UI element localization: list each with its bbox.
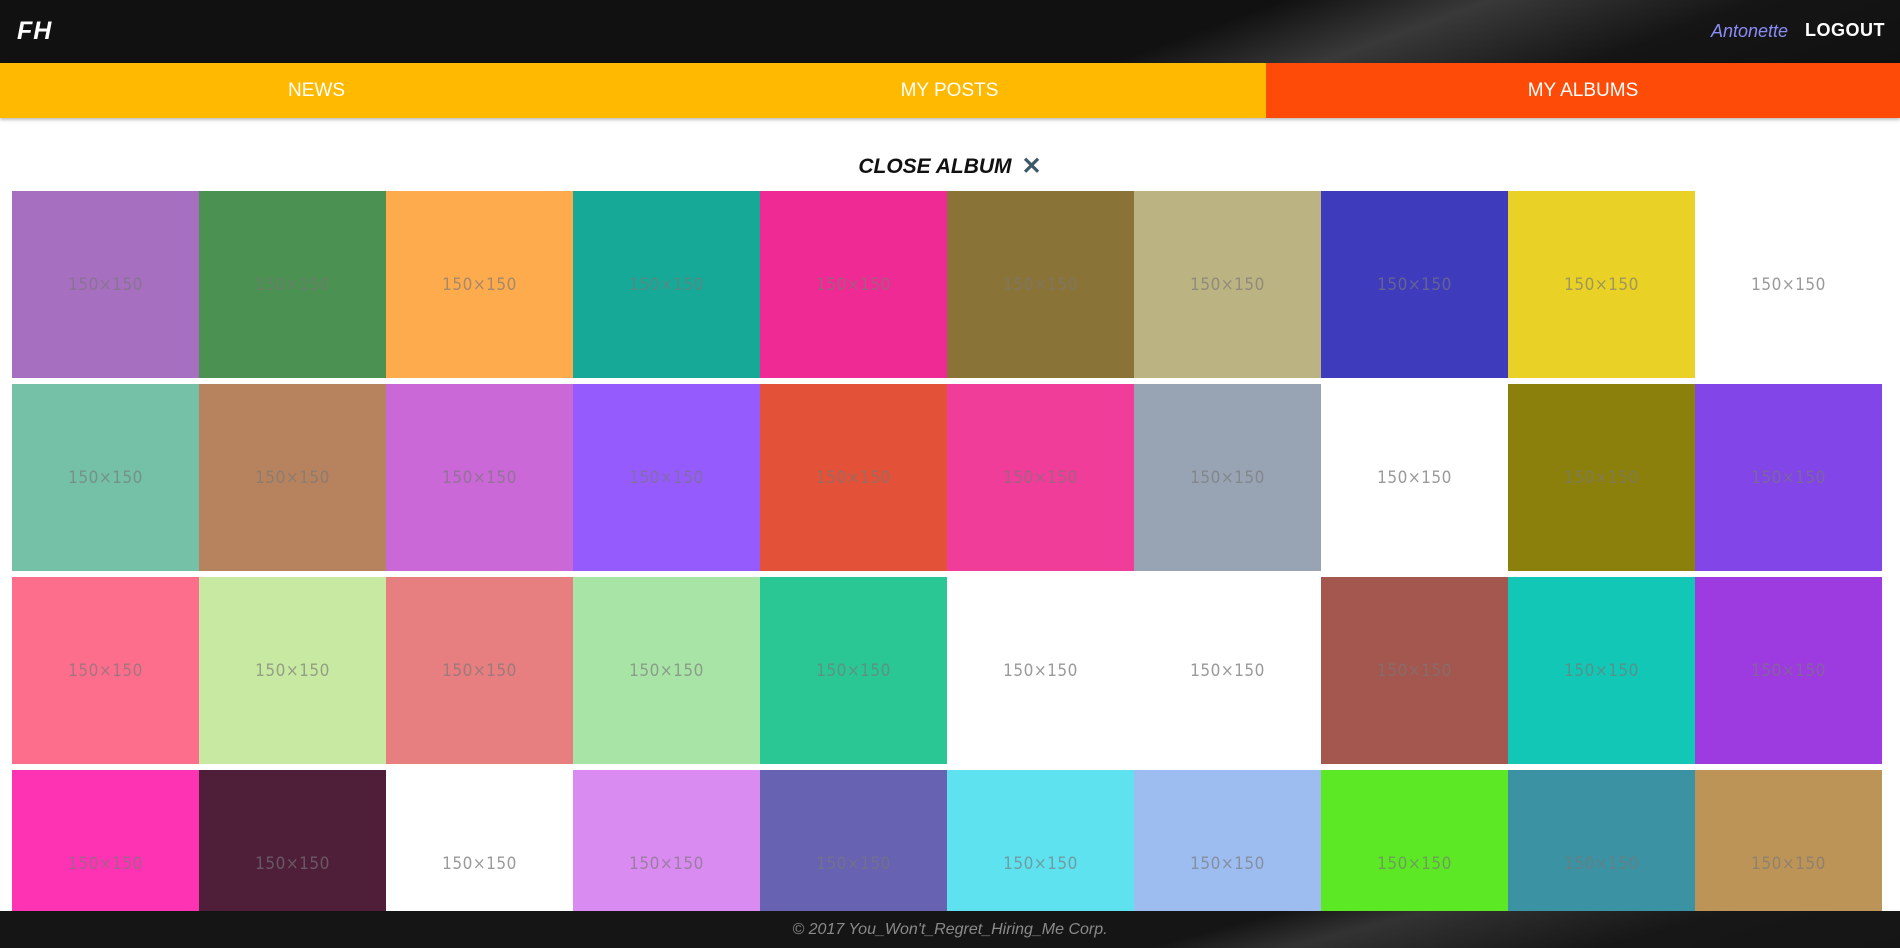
photo-size-label: 150×150 bbox=[255, 660, 330, 681]
photo-size-label: 150×150 bbox=[1377, 853, 1452, 874]
album-photo[interactable]: 150×150 bbox=[573, 577, 760, 764]
photo-size-label: 150×150 bbox=[442, 660, 517, 681]
album-photo[interactable]: 150×150 bbox=[1695, 191, 1882, 378]
photo-size-label: 150×150 bbox=[255, 853, 330, 874]
photo-size-label: 150×150 bbox=[1003, 467, 1078, 488]
album-photo[interactable]: 150×150 bbox=[1134, 384, 1321, 571]
album-photo[interactable]: 150×150 bbox=[947, 384, 1134, 571]
photo-size-label: 150×150 bbox=[816, 467, 891, 488]
album-photo[interactable]: 150×150 bbox=[386, 577, 573, 764]
album-photo[interactable]: 150×150 bbox=[573, 191, 760, 378]
photo-size-label: 150×150 bbox=[1377, 274, 1452, 295]
album-photo[interactable]: 150×150 bbox=[1321, 770, 1508, 911]
photo-size-label: 150×150 bbox=[68, 467, 143, 488]
close-album-bar: CLOSE ALBUM ✕ bbox=[0, 155, 1900, 179]
album-photo[interactable]: 150×150 bbox=[760, 384, 947, 571]
photo-size-label: 150×150 bbox=[1564, 853, 1639, 874]
album-photo[interactable]: 150×150 bbox=[1134, 191, 1321, 378]
photo-size-label: 150×150 bbox=[1564, 660, 1639, 681]
photo-size-label: 150×150 bbox=[442, 467, 517, 488]
photo-size-label: 150×150 bbox=[68, 274, 143, 295]
header-sheen bbox=[0, 0, 1900, 63]
photo-size-label: 150×150 bbox=[1751, 467, 1826, 488]
photo-size-label: 150×150 bbox=[68, 660, 143, 681]
close-icon[interactable]: ✕ bbox=[1022, 155, 1042, 179]
photo-size-label: 150×150 bbox=[1003, 853, 1078, 874]
close-album-label: CLOSE ALBUM bbox=[858, 155, 1012, 178]
album-photo[interactable]: 150×150 bbox=[947, 770, 1134, 911]
album-photo[interactable]: 150×150 bbox=[760, 770, 947, 911]
photo-size-label: 150×150 bbox=[629, 660, 704, 681]
album-photo[interactable]: 150×150 bbox=[386, 191, 573, 378]
album-photo[interactable]: 150×150 bbox=[1134, 770, 1321, 911]
photo-size-label: 150×150 bbox=[1003, 274, 1078, 295]
album-photo[interactable]: 150×150 bbox=[760, 577, 947, 764]
username-link[interactable]: Antonette bbox=[1711, 21, 1788, 42]
photo-size-label: 150×150 bbox=[255, 467, 330, 488]
photo-size-label: 150×150 bbox=[629, 853, 704, 874]
main-tabs: NEWS MY POSTS MY ALBUMS bbox=[0, 63, 1900, 118]
photo-size-label: 150×150 bbox=[629, 467, 704, 488]
photo-size-label: 150×150 bbox=[1564, 467, 1639, 488]
album-photo[interactable]: 150×150 bbox=[199, 191, 386, 378]
photo-size-label: 150×150 bbox=[816, 853, 891, 874]
photo-size-label: 150×150 bbox=[1751, 853, 1826, 874]
photo-size-label: 150×150 bbox=[1190, 467, 1265, 488]
photo-size-label: 150×150 bbox=[1190, 853, 1265, 874]
album-photo[interactable]: 150×150 bbox=[947, 577, 1134, 764]
album-photo[interactable]: 150×150 bbox=[1508, 770, 1695, 911]
photo-grid: 150×150 150×150 150×150 150×150 150×150 150×1… bbox=[12, 191, 1888, 911]
photo-size-label: 150×150 bbox=[1003, 660, 1078, 681]
album-photo[interactable]: 150×150 bbox=[1695, 770, 1882, 911]
album-photo[interactable]: 150×150 bbox=[12, 577, 199, 764]
photo-size-label: 150×150 bbox=[1190, 274, 1265, 295]
photo-size-label: 150×150 bbox=[1377, 660, 1452, 681]
logo[interactable]: FH bbox=[17, 17, 52, 46]
album-photo[interactable]: 150×150 bbox=[573, 770, 760, 911]
album-photo[interactable]: 150×150 bbox=[1508, 384, 1695, 571]
photo-size-label: 150×150 bbox=[442, 274, 517, 295]
album-photo[interactable]: 150×150 bbox=[199, 770, 386, 911]
photo-size-label: 150×150 bbox=[1190, 660, 1265, 681]
photo-size-label: 150×150 bbox=[68, 853, 143, 874]
album-photo[interactable]: 150×150 bbox=[12, 191, 199, 378]
album-photo[interactable]: 150×150 bbox=[386, 770, 573, 911]
album-photo[interactable]: 150×150 bbox=[1508, 191, 1695, 378]
photo-size-label: 150×150 bbox=[629, 274, 704, 295]
album-photo[interactable]: 150×150 bbox=[12, 770, 199, 911]
photo-size-label: 150×150 bbox=[1377, 467, 1452, 488]
album-photo[interactable]: 150×150 bbox=[1508, 577, 1695, 764]
album-photo[interactable]: 150×150 bbox=[12, 384, 199, 571]
album-photo[interactable]: 150×150 bbox=[947, 191, 1134, 378]
album-photo[interactable]: 150×150 bbox=[199, 577, 386, 764]
album-photo[interactable]: 150×150 bbox=[1321, 384, 1508, 571]
album-photo[interactable]: 150×150 bbox=[386, 384, 573, 571]
tab-my-albums[interactable]: MY ALBUMS bbox=[1266, 63, 1900, 118]
album-photo[interactable]: 150×150 bbox=[760, 191, 947, 378]
album-photo[interactable]: 150×150 bbox=[573, 384, 760, 571]
album-photo[interactable]: 150×150 bbox=[1134, 577, 1321, 764]
album-photo[interactable]: 150×150 bbox=[1695, 384, 1882, 571]
photo-size-label: 150×150 bbox=[1564, 274, 1639, 295]
tab-my-posts[interactable]: MY POSTS bbox=[633, 63, 1266, 118]
album-photo[interactable]: 150×150 bbox=[1321, 191, 1508, 378]
logout-button[interactable]: LOGOUT bbox=[1805, 20, 1885, 41]
tab-news[interactable]: NEWS bbox=[0, 63, 633, 118]
footer: © 2017 You_Won't_Regret_Hiring_Me Corp. bbox=[0, 911, 1900, 948]
photo-size-label: 150×150 bbox=[816, 660, 891, 681]
top-bar: FH Antonette LOGOUT bbox=[0, 0, 1900, 63]
album-photo[interactable]: 150×150 bbox=[199, 384, 386, 571]
photo-size-label: 150×150 bbox=[816, 274, 891, 295]
close-album-button[interactable]: CLOSE ALBUM ✕ bbox=[858, 155, 1041, 179]
photo-size-label: 150×150 bbox=[1751, 274, 1826, 295]
footer-copyright: © 2017 You_Won't_Regret_Hiring_Me Corp. bbox=[792, 921, 1108, 938]
photo-size-label: 150×150 bbox=[442, 853, 517, 874]
photo-size-label: 150×150 bbox=[1751, 660, 1826, 681]
photo-size-label: 150×150 bbox=[255, 274, 330, 295]
album-photo[interactable]: 150×150 bbox=[1321, 577, 1508, 764]
album-photo[interactable]: 150×150 bbox=[1695, 577, 1882, 764]
